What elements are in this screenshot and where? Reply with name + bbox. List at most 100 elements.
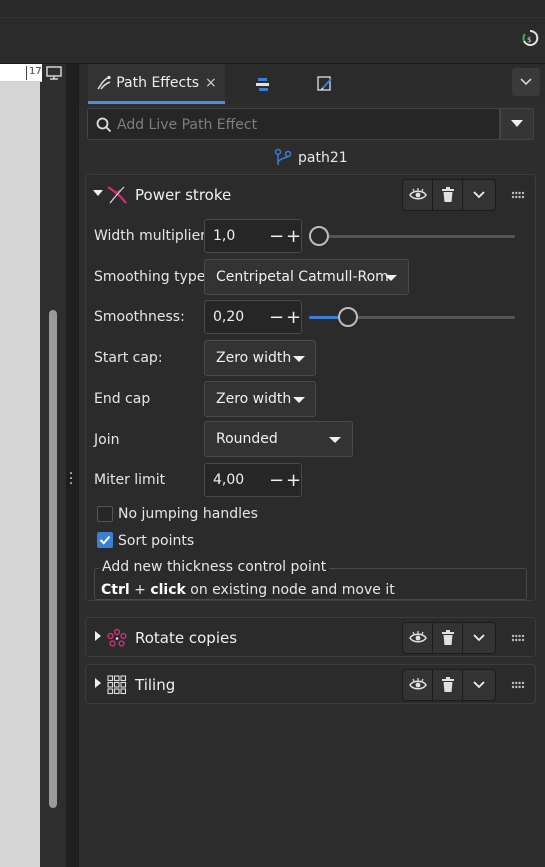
canvas[interactable] — [0, 82, 40, 867]
path-effects-icon — [97, 75, 111, 89]
dock-resize-handle[interactable]: · · · — [68, 467, 74, 491]
effect-menu-button[interactable] — [463, 180, 495, 210]
caret-down-icon — [385, 275, 397, 281]
path-object-icon — [274, 148, 292, 165]
slider-knob[interactable] — [309, 226, 329, 246]
miter-limit-spinbox[interactable]: 4,00 − + — [204, 463, 302, 497]
tab-close-button[interactable]: × — [205, 75, 217, 91]
delete-effect-button[interactable] — [433, 180, 463, 210]
dropdown-value: Zero width — [216, 391, 292, 407]
smoothness-spinbox[interactable]: 0,20 − + — [204, 300, 302, 334]
slider-track — [309, 235, 515, 238]
tiling-icon — [107, 675, 127, 695]
smoothness-label: Smoothness: — [94, 309, 185, 325]
tab-label: Path Effects — [116, 74, 200, 91]
expander-open-icon[interactable] — [92, 187, 104, 199]
smoothing-type-dropdown[interactable]: Centripetal Catmull-Rom — [204, 259, 409, 295]
tab-align-distribute[interactable] — [245, 64, 281, 104]
delete-effect-button[interactable] — [433, 670, 463, 700]
width-multiplier-slider[interactable] — [309, 226, 515, 246]
visibility-toggle-button[interactable] — [403, 623, 433, 653]
smoothness-slider[interactable] — [309, 307, 515, 327]
checkmark-icon — [99, 535, 111, 545]
effect-menu-button[interactable] — [463, 623, 495, 653]
effect-header[interactable]: Power stroke — [86, 175, 535, 215]
expander-closed-icon[interactable] — [92, 630, 104, 642]
path-name: path21 — [298, 150, 348, 166]
effect-title: Power stroke — [135, 186, 232, 204]
trash-icon — [441, 630, 454, 645]
hint-plus: + — [129, 582, 151, 598]
dock-menu-button[interactable] — [512, 68, 540, 96]
no-jumping-handles-label[interactable]: No jumping handles — [118, 506, 258, 522]
effect-header[interactable]: Tiling — [86, 665, 535, 705]
increment-button[interactable]: + — [286, 226, 301, 247]
effect-controls — [402, 669, 496, 701]
effect-header[interactable]: Rotate copies — [86, 618, 535, 658]
expander-closed-icon[interactable] — [92, 677, 104, 689]
effect-controls — [402, 622, 496, 654]
effect-tiling: Tiling — [85, 664, 536, 704]
power-stroke-icon — [107, 186, 127, 204]
eye-icon — [408, 678, 427, 690]
tab-fill-stroke[interactable] — [307, 64, 343, 104]
spin-value: 4,00 — [213, 472, 245, 488]
vertical-scrollbar[interactable] — [49, 310, 57, 808]
spin-value: 0,20 — [213, 309, 245, 325]
tab-path-effects[interactable]: Path Effects × — [88, 64, 225, 104]
add-path-effect-search[interactable]: Add Live Path Effect — [87, 108, 500, 140]
miter-limit-label: Miter limit — [94, 472, 166, 488]
sort-points-label[interactable]: Sort points — [118, 533, 194, 549]
start-cap-dropdown[interactable]: Zero width — [204, 340, 316, 376]
increment-button[interactable]: + — [286, 470, 301, 491]
dropdown-value: Centripetal Catmull-Rom — [216, 269, 389, 285]
eye-icon — [408, 188, 427, 200]
effects-list-dropdown-button[interactable] — [500, 108, 534, 140]
start-cap-label: Start cap: — [94, 350, 163, 366]
drag-grip-icon[interactable] — [511, 681, 525, 689]
dropdown-value: Rounded — [216, 431, 278, 447]
decrement-button[interactable]: − — [269, 307, 284, 328]
caret-down-icon — [293, 356, 305, 362]
display-mode-button[interactable] — [42, 64, 66, 82]
drag-grip-icon[interactable] — [511, 191, 525, 199]
hint-text: Ctrl + click on existing node and move i… — [101, 582, 395, 598]
end-cap-dropdown[interactable]: Zero width — [204, 381, 316, 417]
fill-stroke-icon — [317, 76, 332, 91]
sort-points-checkbox[interactable] — [97, 532, 113, 548]
drag-grip-icon[interactable] — [511, 634, 525, 642]
sync-icon[interactable]: $ — [521, 29, 539, 47]
decrement-button[interactable]: − — [269, 226, 284, 247]
delete-effect-button[interactable] — [433, 623, 463, 653]
search-icon — [96, 117, 112, 133]
effect-menu-button[interactable] — [463, 670, 495, 700]
hint-key-click: click — [150, 582, 186, 598]
decrement-button[interactable]: − — [269, 470, 284, 491]
hint-title: Add new thickness control point — [99, 559, 330, 575]
caret-down-icon — [329, 437, 341, 443]
effect-title: Rotate copies — [135, 629, 238, 647]
increment-button[interactable]: + — [286, 307, 301, 328]
ruler-number: 17 — [29, 66, 42, 77]
smoothing-type-label: Smoothing type — [94, 269, 206, 285]
width-multiplier-spinbox[interactable]: 1,0 − + — [204, 219, 302, 253]
width-multiplier-label: Width multiplier — [94, 228, 206, 244]
join-label: Join — [94, 432, 120, 448]
horizontal-ruler: 17 — [0, 64, 42, 82]
commands-bar — [0, 18, 545, 64]
eye-icon — [408, 631, 427, 643]
selected-path-label: path21 — [274, 148, 348, 168]
effect-title: Tiling — [135, 676, 176, 694]
trash-icon — [441, 187, 454, 202]
effect-controls — [402, 179, 496, 211]
visibility-toggle-button[interactable] — [403, 180, 433, 210]
join-dropdown[interactable]: Rounded — [204, 421, 353, 457]
slider-knob[interactable] — [338, 307, 358, 327]
svg-text:$: $ — [527, 36, 531, 44]
top-bar — [0, 0, 545, 18]
caret-down-icon — [293, 397, 305, 403]
trash-icon — [441, 677, 454, 692]
no-jumping-handles-checkbox[interactable] — [97, 506, 113, 522]
chevron-down-icon — [473, 681, 485, 689]
visibility-toggle-button[interactable] — [403, 670, 433, 700]
